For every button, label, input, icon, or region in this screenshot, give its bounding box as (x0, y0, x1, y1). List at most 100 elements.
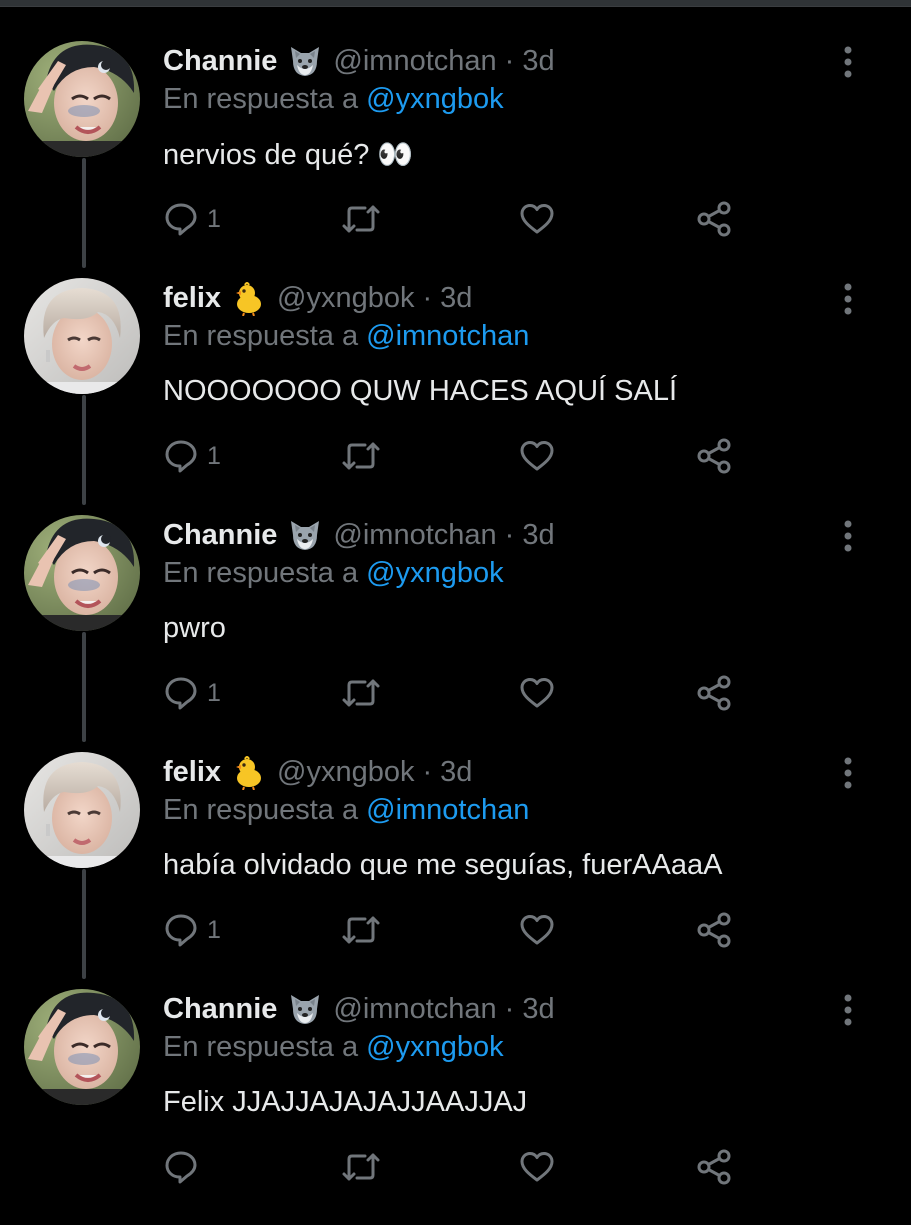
reply-mention[interactable]: @yxngbok (366, 557, 503, 589)
tweet-text: nervios de qué? 👀 (163, 139, 414, 171)
tweet-header: Channie @imnotchan · 3d (163, 515, 555, 555)
reply-context: En respuesta a @imnotchan (163, 320, 529, 353)
more-options-icon[interactable] (836, 519, 860, 553)
share-button[interactable] (695, 910, 733, 950)
reply-count: 1 (207, 204, 221, 233)
reply-mention[interactable]: @imnotchan (366, 794, 529, 826)
retweet-button[interactable] (341, 436, 381, 476)
retweet-icon (341, 1149, 381, 1185)
more-options-icon[interactable] (836, 282, 860, 316)
more-options-icon[interactable] (836, 756, 860, 790)
reply-prefix: En respuesta a (163, 794, 359, 826)
share-button[interactable] (695, 436, 733, 476)
baby-chick-emoji-icon (231, 754, 267, 790)
reply-prefix: En respuesta a (163, 1031, 359, 1063)
wolf-emoji-icon (287, 991, 323, 1027)
share-button[interactable] (695, 199, 733, 239)
tweet-text: NOOOOOOO QUW HACES AQUÍ SALÍ (163, 375, 678, 407)
reply-context: En respuesta a @yxngbok (163, 83, 504, 116)
retweet-icon (341, 201, 381, 237)
avatar-channie[interactable] (24, 515, 140, 631)
tweet-text: Felix JJAJJAJAJAJJAAJJAJ (163, 1086, 528, 1118)
display-name[interactable]: felix (163, 756, 221, 789)
reply-icon (163, 675, 199, 711)
timestamp[interactable]: 3d (522, 45, 554, 78)
reply-button[interactable] (163, 1147, 207, 1187)
reply-icon (163, 201, 199, 237)
more-options-icon[interactable] (836, 993, 860, 1027)
reply-button[interactable]: 1 (163, 436, 221, 476)
avatar-channie[interactable] (24, 41, 140, 157)
share-icon (695, 1148, 733, 1186)
retweet-icon (341, 438, 381, 474)
more-options-icon[interactable] (836, 45, 860, 79)
share-icon (695, 911, 733, 949)
tweet-actions (163, 1147, 763, 1187)
heart-icon (519, 201, 555, 237)
separator: · (504, 518, 515, 551)
retweet-button[interactable] (341, 673, 381, 713)
user-handle[interactable]: @imnotchan (333, 993, 496, 1026)
avatar-channie[interactable] (24, 989, 140, 1105)
reply-button[interactable]: 1 (163, 199, 221, 239)
like-button[interactable] (519, 199, 555, 239)
share-icon (695, 674, 733, 712)
retweet-button[interactable] (341, 199, 381, 239)
reply-count: 1 (207, 678, 221, 707)
heart-icon (519, 1149, 555, 1185)
avatar-felix[interactable] (24, 752, 140, 868)
heart-icon (519, 912, 555, 948)
reply-mention[interactable]: @yxngbok (366, 83, 503, 115)
tweet-header: felix @yxngbok · 3d (163, 752, 472, 792)
tweet-header: Channie @imnotchan · 3d (163, 41, 555, 81)
user-handle[interactable]: @imnotchan (333, 519, 496, 552)
reply-mention[interactable]: @yxngbok (366, 1031, 503, 1063)
tweet[interactable]: felix @yxngbok · 3d En respuesta a @imno… (0, 278, 911, 514)
timestamp[interactable]: 3d (440, 756, 472, 789)
tweet[interactable]: Channie @imnotchan · 3d En respuesta a @… (0, 41, 911, 277)
reply-icon (163, 912, 199, 948)
separator: · (504, 992, 515, 1025)
wolf-emoji-icon (287, 517, 323, 553)
reply-context: En respuesta a @yxngbok (163, 557, 504, 590)
retweet-button[interactable] (341, 1147, 381, 1187)
reply-button[interactable]: 1 (163, 910, 221, 950)
like-button[interactable] (519, 673, 555, 713)
reply-count: 1 (207, 915, 221, 944)
reply-icon (163, 1149, 199, 1185)
reply-prefix: En respuesta a (163, 83, 359, 115)
avatar-felix[interactable] (24, 278, 140, 394)
baby-chick-emoji-icon (231, 280, 267, 316)
tweet[interactable]: Channie @imnotchan · 3d En respuesta a @… (0, 515, 911, 751)
share-button[interactable] (695, 673, 733, 713)
timestamp[interactable]: 3d (522, 519, 554, 552)
reply-button[interactable]: 1 (163, 673, 221, 713)
timestamp[interactable]: 3d (522, 993, 554, 1026)
wolf-emoji-icon (287, 43, 323, 79)
user-handle[interactable]: @yxngbok (277, 282, 414, 315)
heart-icon (519, 438, 555, 474)
reply-context: En respuesta a @imnotchan (163, 794, 529, 827)
tweet[interactable]: felix @yxngbok · 3d En respuesta a @imno… (0, 752, 911, 988)
separator: · (422, 281, 433, 314)
like-button[interactable] (519, 910, 555, 950)
retweet-button[interactable] (341, 910, 381, 950)
user-handle[interactable]: @imnotchan (333, 45, 496, 78)
reply-prefix: En respuesta a (163, 557, 359, 589)
user-handle[interactable]: @yxngbok (277, 756, 414, 789)
tweet[interactable]: Channie @imnotchan · 3d En respuesta a @… (0, 989, 911, 1225)
reply-mention[interactable]: @imnotchan (366, 320, 529, 352)
display-name[interactable]: Channie (163, 993, 277, 1026)
timestamp[interactable]: 3d (440, 282, 472, 315)
retweet-icon (341, 675, 381, 711)
display-name[interactable]: Channie (163, 519, 277, 552)
display-name[interactable]: felix (163, 282, 221, 315)
tweet-header: felix @yxngbok · 3d (163, 278, 472, 318)
reply-context: En respuesta a @yxngbok (163, 1031, 504, 1064)
share-button[interactable] (695, 1147, 733, 1187)
like-button[interactable] (519, 436, 555, 476)
like-button[interactable] (519, 1147, 555, 1187)
display-name[interactable]: Channie (163, 45, 277, 78)
share-icon (695, 437, 733, 475)
top-divider (0, 0, 911, 7)
